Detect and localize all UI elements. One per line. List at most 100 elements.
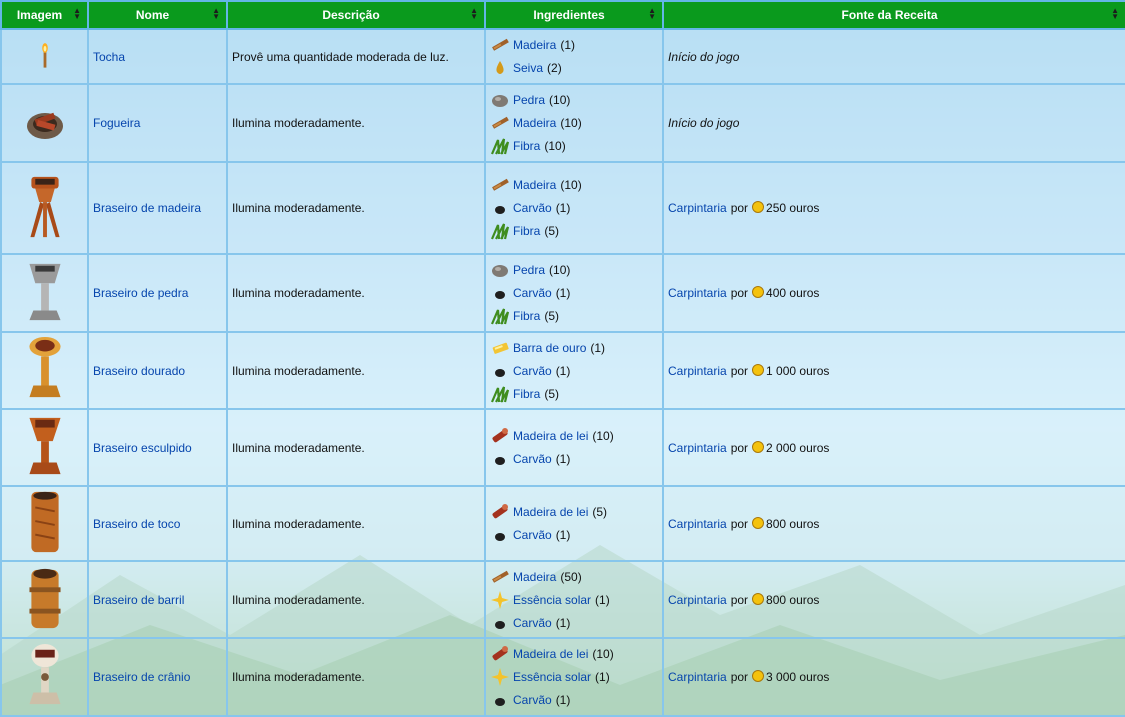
ingredient-link[interactable]: Madeira (513, 116, 556, 130)
item-name-cell: Fogueira (87, 83, 228, 163)
item-description: Ilumina moderadamente. (226, 485, 486, 562)
column-header-recipe-source[interactable]: Fonte da Receita ▲ ▼ (662, 0, 1125, 30)
gold-brazier-icon[interactable] (25, 336, 65, 406)
item-name-cell: Braseiro esculpido (87, 408, 228, 487)
ingredient-link[interactable]: Carvão (513, 201, 552, 215)
ingredient-link[interactable]: Fibra (513, 387, 540, 401)
item-name-link[interactable]: Braseiro de pedra (93, 286, 188, 300)
recipe-source-cell: Início do jogo (662, 83, 1125, 163)
item-name-link[interactable]: Braseiro de barril (93, 593, 184, 607)
shop-link[interactable]: Carpintaria (668, 517, 727, 531)
barrel-brazier-icon[interactable] (25, 568, 65, 635)
fiber-icon (490, 136, 510, 156)
coal-icon (490, 690, 510, 710)
shop-link[interactable]: Carpintaria (668, 364, 727, 378)
wooden-brazier-icon[interactable] (25, 176, 65, 244)
item-description: Ilumina moderadamente. (226, 637, 486, 717)
ingredient-link[interactable]: Carvão (513, 693, 552, 707)
ingredient-link[interactable]: Barra de ouro (513, 341, 586, 355)
item-image-cell (0, 560, 89, 639)
table-row: Braseiro de toco Ilumina moderadamente. Ma… (0, 485, 1125, 562)
carved-brazier-icon[interactable] (25, 417, 65, 483)
ingredient-quantity: (1) (555, 286, 571, 300)
ingredient-link[interactable]: Seiva (513, 61, 543, 75)
ingredient-link[interactable]: Carvão (513, 528, 552, 542)
recipe-source-cell: Início do jogo (662, 28, 1125, 85)
item-name-link[interactable]: Fogueira (93, 116, 140, 130)
ingredient-item: Madeira (1) (490, 34, 658, 57)
shop-link[interactable]: Carpintaria (668, 593, 727, 607)
ingredient-link[interactable]: Carvão (513, 364, 552, 378)
ingredient-quantity: (10) (544, 139, 566, 153)
coal-icon (490, 198, 510, 218)
item-name-link[interactable]: Braseiro de crânio (93, 670, 190, 684)
source-connector: por (730, 516, 749, 531)
item-name-link[interactable]: Braseiro esculpido (93, 441, 192, 455)
ingredient-link[interactable]: Fibra (513, 224, 540, 238)
table-row: Braseiro de madeira Ilumina moderadamente… (0, 161, 1125, 255)
shop-link[interactable]: Carpintaria (668, 286, 727, 300)
ingredient-link[interactable]: Carvão (513, 286, 552, 300)
ingredients-cell: Madeira de lei (10) Essência solar (1) Carvã… (484, 637, 664, 717)
column-header-ingredients[interactable]: Ingredientes ▲ ▼ (484, 0, 664, 30)
gold-coin-icon (752, 592, 765, 605)
table-row: Braseiro dourado Ilumina moderadamente. Ba… (0, 331, 1125, 410)
item-description: Ilumina moderadamente. (226, 331, 486, 410)
recipe-source-cell: Carpintaria por 400 ouros (662, 253, 1125, 333)
ingredient-link[interactable]: Essência solar (513, 670, 591, 684)
ingredients-cell: Barra de ouro (1) Carvão (1) Fibra (5) (484, 331, 664, 410)
ingredient-link[interactable]: Pedra (513, 93, 545, 107)
source-connector: por (730, 592, 749, 607)
stone-brazier-icon[interactable] (25, 263, 65, 329)
ingredient-quantity: (5) (544, 386, 560, 401)
ingredient-link[interactable]: Essência solar (513, 593, 591, 607)
item-name-link[interactable]: Braseiro de madeira (93, 201, 201, 215)
shop-link[interactable]: Carpintaria (668, 441, 727, 455)
ingredient-quantity: (1) (595, 592, 610, 607)
ingredient-quantity: (1) (555, 693, 571, 707)
ingredient-link[interactable]: Madeira de lei (513, 647, 588, 661)
price: 250 ouros (766, 201, 820, 215)
column-header-image[interactable]: Imagem ▲ ▼ (0, 0, 89, 30)
solar-essence-icon (490, 590, 510, 610)
ingredient-quantity: (1) (560, 38, 576, 52)
shop-link[interactable]: Carpintaria (668, 201, 727, 215)
stump-brazier-icon[interactable] (25, 491, 65, 559)
source-connector: por (730, 201, 749, 215)
ingredient-link[interactable]: Pedra (513, 263, 545, 277)
recipe-source-cell: Carpintaria por 3 000 ouros (662, 637, 1125, 717)
item-image-cell (0, 253, 89, 333)
ingredient-link[interactable]: Madeira (513, 38, 556, 52)
item-image-cell (0, 161, 89, 255)
item-name-link[interactable]: Tocha (93, 50, 125, 64)
ingredient-link[interactable]: Madeira de lei (513, 429, 588, 443)
gold-coin-icon (752, 201, 765, 213)
ingredient-link[interactable]: Carvão (513, 452, 552, 466)
torch-icon[interactable] (38, 43, 52, 73)
ingredient-link[interactable]: Madeira (513, 570, 556, 584)
column-header-description[interactable]: Descrição ▲ ▼ (226, 0, 486, 30)
solar-essence-icon (490, 667, 510, 687)
shop-link[interactable]: Carpintaria (668, 670, 727, 684)
ingredient-link[interactable]: Madeira de lei (513, 505, 588, 519)
coal-icon (490, 361, 510, 381)
ingredients-cell: Madeira (50) Essência solar (1) Carvão (1) (484, 560, 664, 639)
sap-icon (490, 58, 510, 78)
ingredient-link[interactable]: Fibra (513, 139, 540, 153)
ingredient-link[interactable]: Carvão (513, 616, 552, 630)
item-image-cell (0, 28, 89, 85)
ingredient-link[interactable]: Madeira (513, 178, 556, 192)
item-name-link[interactable]: Braseiro de toco (93, 517, 180, 531)
item-description: Provê uma quantidade moderada de luz. (226, 28, 486, 85)
ingredient-item: Fibra (5) (490, 305, 658, 328)
sort-icon: ▲ ▼ (212, 6, 220, 21)
column-header-name[interactable]: Nome ▲ ▼ (87, 0, 228, 30)
header-row: Imagem ▲ ▼ Nome ▲ ▼ Descrição ▲ ▼ Ingredientes… (0, 0, 1125, 30)
ingredient-item: Essência solar (1) (490, 588, 658, 611)
ingredient-link[interactable]: Fibra (513, 309, 540, 323)
skull-brazier-icon[interactable] (25, 643, 65, 713)
item-name-link[interactable]: Braseiro dourado (93, 364, 185, 378)
ingredient-quantity: (1) (555, 363, 571, 378)
ingredient-item: Carvão (1) (490, 689, 658, 712)
campfire-icon[interactable] (25, 112, 65, 145)
